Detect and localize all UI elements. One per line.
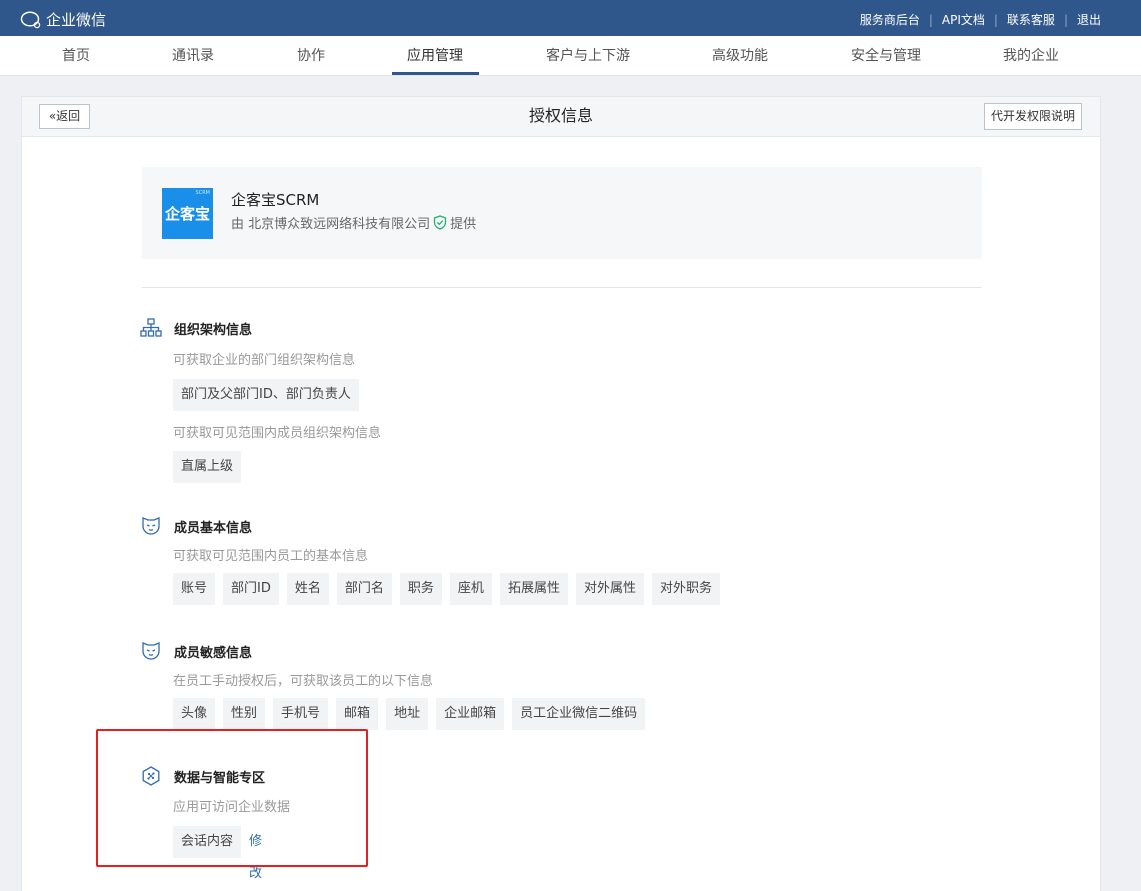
permission-chip: 部门ID — [223, 573, 279, 605]
permission-chip: 姓名 — [286, 573, 329, 605]
top-links: 服务商后台 | API文档 | 联系客服 | 退出 — [860, 11, 1101, 28]
logout-link[interactable]: 退出 — [1077, 11, 1101, 28]
link-separator: | — [993, 12, 998, 27]
data-intelligence-icon — [142, 766, 160, 786]
permission-chip: 直属上级 — [173, 451, 242, 483]
app-icon-tag: SCRM — [195, 190, 210, 196]
section-title: 数据与智能专区 — [174, 771, 266, 786]
permission-chip: 手机号 — [273, 698, 329, 730]
nav-active-indicator — [392, 72, 479, 75]
permission-chip: 员工企业微信二维码 — [512, 698, 646, 730]
nav-home[interactable]: 首页 — [62, 36, 90, 76]
permission-chip: 邮箱 — [336, 698, 379, 730]
service-backend-link[interactable]: 服务商后台 — [860, 11, 920, 28]
provider-name: 由 北京博众致远网络科技有限公司 — [231, 217, 431, 232]
member-mask-icon — [142, 642, 160, 660]
section-description: 可获取企业的部门组织架构信息 — [173, 353, 356, 368]
page-title: 授权信息 — [528, 106, 593, 125]
wecom-logo-icon — [20, 10, 41, 28]
api-docs-link[interactable]: API文档 — [942, 11, 985, 28]
provider-suffix: 提供 — [450, 217, 477, 232]
nav-customers[interactable]: 客户与上下游 — [546, 36, 630, 76]
edit-link[interactable]: 修改 — [249, 826, 262, 881]
nav-collaboration[interactable]: 协作 — [297, 36, 325, 76]
top-bar: 企业微信 服务商后台 | API文档 | 联系客服 | 退出 — [0, 0, 1141, 36]
nav-advanced[interactable]: 高级功能 — [712, 36, 768, 76]
verified-shield-icon — [433, 215, 447, 230]
permission-chip: 职务 — [399, 573, 442, 605]
permission-chip: 对外职务 — [651, 573, 720, 605]
wecom-logo[interactable]: 企业微信 — [20, 9, 106, 30]
contact-support-link[interactable]: 联系客服 — [1007, 11, 1055, 28]
app-icon: SCRM 企客宝 — [162, 188, 213, 239]
permission-chip: 头像 — [173, 698, 216, 730]
section-description: 可获取可见范围内成员组织架构信息 — [173, 426, 382, 441]
auth-info-card: «返回 授权信息 代开发权限说明 SCRM 企客宝 企客宝SCRM 由 北京博众… — [21, 96, 1101, 891]
permission-chip: 部门及父部门ID、部门负责人 — [173, 379, 359, 411]
section-description: 应用可访问企业数据 — [173, 800, 291, 815]
link-separator: | — [928, 12, 933, 27]
card-header: «返回 授权信息 代开发权限说明 — [22, 97, 1100, 137]
app-info-box: SCRM 企客宝 企客宝SCRM 由 北京博众致远网络科技有限公司 提供 — [142, 167, 982, 259]
chip-list: 部门及父部门ID、部门负责人 — [173, 379, 359, 411]
section-description: 可获取可见范围内员工的基本信息 — [173, 549, 369, 564]
permission-chip: 地址 — [386, 698, 429, 730]
section-title: 成员敏感信息 — [174, 646, 253, 661]
app-provider: 由 北京博众致远网络科技有限公司 提供 — [231, 213, 476, 232]
permission-chip: 对外属性 — [575, 573, 644, 605]
main-nav: 首页 通讯录 协作 应用管理 客户与上下游 高级功能 安全与管理 我的企业 — [0, 36, 1141, 76]
app-icon-text: 企客宝 — [164, 205, 210, 223]
permission-chip: 部门名 — [336, 573, 392, 605]
nav-security[interactable]: 安全与管理 — [851, 36, 921, 76]
link-separator: | — [1063, 12, 1068, 27]
permission-chip: 账号 — [173, 573, 216, 605]
chip-list: 账号 部门ID 姓名 部门名 职务 座机 拓展属性 对外属性 对外职务 — [173, 573, 720, 605]
chip-list: 头像 性别 手机号 邮箱 地址 企业邮箱 员工企业微信二维码 — [173, 698, 646, 730]
nav-contacts[interactable]: 通讯录 — [172, 36, 214, 76]
chip-list: 会话内容 修改 — [173, 826, 262, 881]
permission-chip: 会话内容 — [173, 826, 242, 858]
org-chart-icon — [140, 318, 162, 337]
logo-text: 企业微信 — [46, 11, 107, 29]
nav-app-management[interactable]: 应用管理 — [407, 36, 463, 76]
permission-chip: 企业邮箱 — [436, 698, 505, 730]
section-description: 在员工手动授权后，可获取该员工的以下信息 — [173, 674, 434, 689]
section-title: 成员基本信息 — [174, 521, 253, 536]
section-title: 组织架构信息 — [174, 323, 253, 338]
permission-explanation-button[interactable]: 代开发权限说明 — [984, 103, 1082, 130]
chip-list: 直属上级 — [173, 451, 242, 483]
app-name: 企客宝SCRM — [231, 191, 320, 209]
permission-chip: 性别 — [223, 698, 266, 730]
permission-chip: 拓展属性 — [499, 573, 568, 605]
nav-my-company[interactable]: 我的企业 — [1003, 36, 1059, 76]
divider — [142, 287, 982, 288]
member-mask-icon — [142, 517, 160, 535]
permission-chip: 座机 — [449, 573, 492, 605]
